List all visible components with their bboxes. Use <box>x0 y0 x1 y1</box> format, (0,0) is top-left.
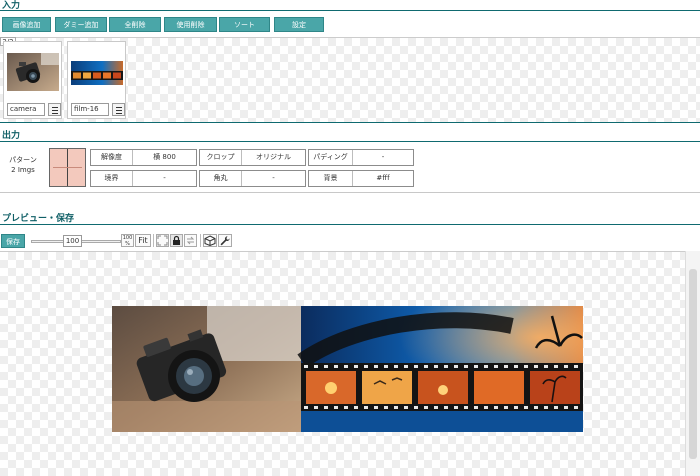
corner-radius-field[interactable]: 角丸 - <box>199 170 306 187</box>
thumb-card-camera[interactable]: camera <box>3 41 62 119</box>
preview-scrollbar[interactable] <box>685 251 700 476</box>
thumb-menu-button[interactable] <box>48 103 61 116</box>
wrench-icon <box>220 236 230 246</box>
menu-icon <box>116 107 122 108</box>
crop-value: オリジナル <box>256 153 291 161</box>
pattern-label: パターン 2 Imgs <box>2 155 44 175</box>
background-label: 背景 <box>309 171 353 186</box>
add-dummy-button[interactable]: ダミー追加 <box>55 17 107 32</box>
background-field[interactable]: 背景 #fff <box>308 170 414 187</box>
zoom-value-field[interactable]: 100 <box>63 235 82 247</box>
resolution-field[interactable]: 解像度 横 800 <box>90 149 197 166</box>
save-button[interactable]: 保存 <box>1 234 25 248</box>
thumb-image-camera <box>7 53 59 91</box>
toolbar-divider <box>200 234 201 247</box>
corner-radius-value: - <box>272 174 275 182</box>
delete-used-button[interactable]: 使用削除 <box>164 17 217 32</box>
add-image-button[interactable]: 画像追加 <box>2 17 51 32</box>
cube-icon <box>204 235 216 247</box>
resolution-label: 解像度 <box>91 150 133 165</box>
output-section-rule <box>0 141 700 142</box>
fit-button[interactable]: Fit <box>135 234 151 247</box>
thumb-name-field[interactable]: camera <box>7 103 45 116</box>
resolution-value: 横 800 <box>153 153 176 161</box>
thumb-card-film[interactable]: film-16 <box>67 41 126 119</box>
fullscreen-button[interactable] <box>156 234 169 247</box>
zoom-reset-button[interactable]: 100% <box>121 234 134 247</box>
pattern-preview[interactable] <box>49 148 86 187</box>
pattern-count: 2 Imgs <box>11 166 35 174</box>
swap-button[interactable] <box>184 234 197 247</box>
delete-all-button[interactable]: 全削除 <box>109 17 161 32</box>
toolbar-divider <box>153 234 154 247</box>
input-section-rule <box>0 10 700 11</box>
crop-field[interactable]: クロップ オリジナル <box>199 149 306 166</box>
menu-icon <box>52 107 58 108</box>
thumb-image-film <box>71 53 123 91</box>
lock-button[interactable] <box>170 234 183 247</box>
padding-label: パディング <box>309 150 353 165</box>
padding-field[interactable]: パディング - <box>308 149 414 166</box>
percent-icon: % <box>125 241 130 247</box>
corner-radius-label: 角丸 <box>200 171 242 186</box>
pattern-label-text: パターン <box>9 156 37 164</box>
package-button[interactable] <box>203 234 217 247</box>
preview-section-title: プレビュー・保存 <box>2 214 75 224</box>
thumb-menu-button[interactable] <box>112 103 125 116</box>
swap-arrows-icon <box>186 236 195 245</box>
output-bottom-rule <box>0 192 700 193</box>
preview-output-image <box>112 306 583 432</box>
border-value: - <box>163 174 166 182</box>
output-section-title: 出力 <box>2 131 21 141</box>
lock-icon <box>173 235 180 245</box>
preview-section-rule <box>0 224 700 225</box>
border-field[interactable]: 境界 - <box>90 170 197 187</box>
input-bottom-rule <box>0 122 700 123</box>
background-value: #fff <box>376 174 390 182</box>
sort-button[interactable]: ソート <box>219 17 270 32</box>
fullscreen-icon <box>157 235 168 246</box>
crop-label: クロップ <box>200 150 242 165</box>
settings-button[interactable]: 設定 <box>274 17 324 32</box>
border-label: 境界 <box>91 171 133 186</box>
padding-value: - <box>381 153 385 161</box>
tools-button[interactable] <box>218 234 232 247</box>
thumb-name-field[interactable]: film-16 <box>71 103 109 116</box>
